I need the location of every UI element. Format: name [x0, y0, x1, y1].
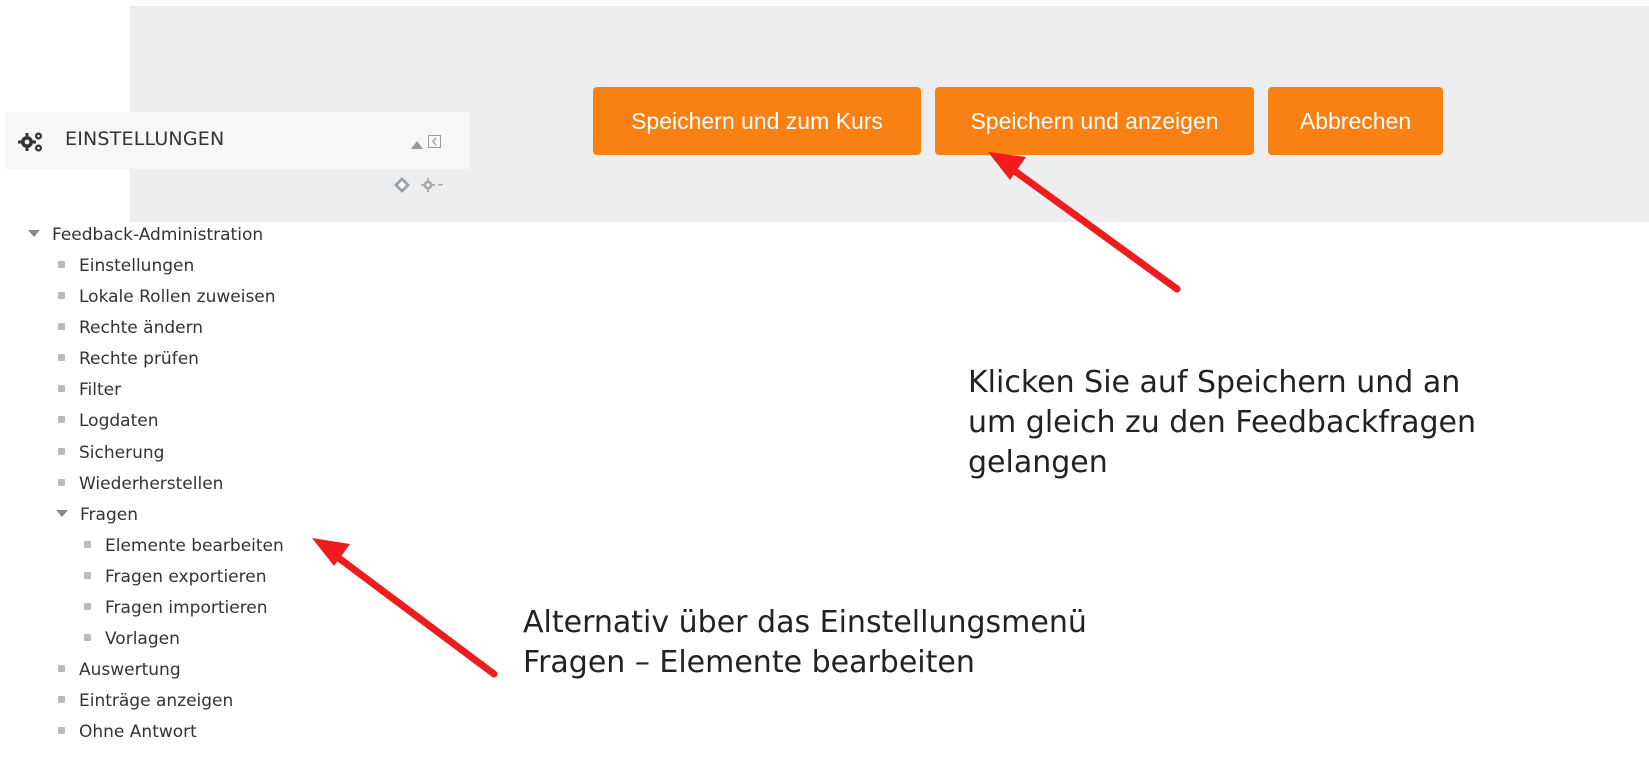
annotation-line: Fragen – Elemente bearbeiten: [523, 645, 975, 680]
annotation-line: um gleich zu den Feedbackfragen: [968, 405, 1476, 440]
arrow-to-save-button: [988, 152, 1181, 293]
annotation-line: gelangen: [968, 445, 1108, 480]
annotation-line: Alternativ über das Einstellungsmenü: [523, 605, 1087, 640]
annotation-bottom: Alternativ über das Einstellungsmenü Fra…: [523, 603, 1087, 683]
annotation-top: Klicken Sie auf Speichern und an um glei…: [968, 363, 1476, 483]
arrow-to-elemente-bearbeiten: [312, 538, 498, 678]
annotation-line: Klicken Sie auf Speichern und an: [968, 365, 1461, 400]
